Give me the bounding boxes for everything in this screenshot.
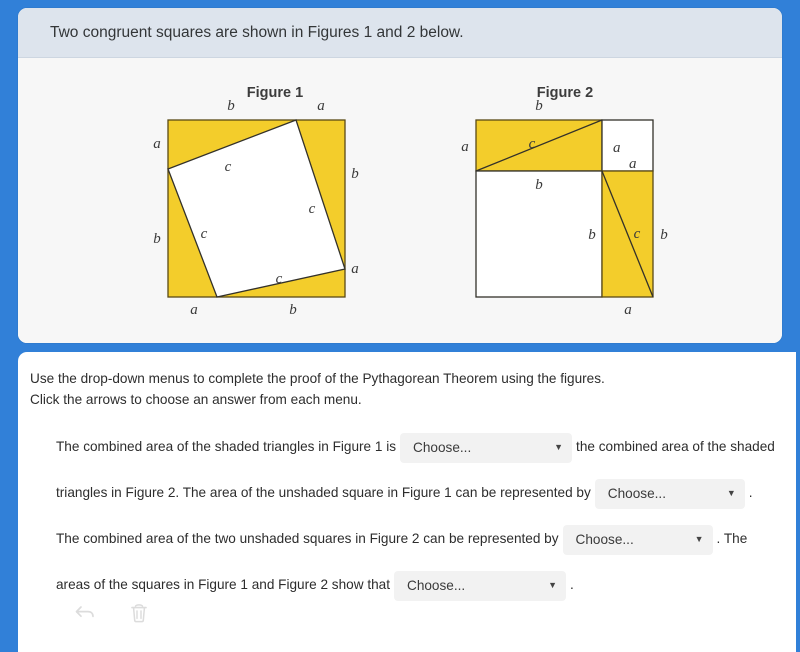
figure2-top-right-square — [601, 119, 654, 172]
delete-button[interactable] — [126, 600, 152, 626]
figure2-label-hyp-right: c — [634, 226, 641, 242]
instructions-line-1: Use the drop-down menus to complete the … — [30, 371, 605, 386]
figure2-label-inner-left-b: b — [588, 227, 596, 243]
figure1-label-bottom-right: b — [289, 302, 297, 318]
figure1-label-hyp-left: c — [201, 226, 208, 242]
figure1-label-left-lower: b — [153, 231, 161, 247]
trash-icon — [131, 604, 147, 623]
chevron-down-icon: ▼ — [548, 580, 557, 591]
undo-button[interactable] — [72, 600, 98, 626]
figure2-label-inner-right-a: a — [613, 140, 621, 156]
dropdown-2-label: Choose... — [607, 486, 666, 502]
dropdown-4-label: Choose... — [407, 578, 466, 594]
figure2-label-bottom: a — [624, 302, 632, 318]
stimulus-header: Two congruent squares are shown in Figur… — [18, 8, 782, 58]
figure1-label-hyp-top: c — [225, 159, 232, 175]
answer-card: Use the drop-down menus to complete the … — [18, 352, 796, 652]
figures-area: Figure 1 Figure 2 b a a b b a a b c c c … — [18, 58, 782, 343]
chevron-down-icon: ▼ — [726, 488, 736, 499]
proof-segment-1: The combined area of the shaded triangle… — [56, 439, 397, 455]
instructions-line-2: Click the arrows to choose an answer fro… — [30, 392, 362, 408]
figure1-label-hyp-bottom: c — [276, 271, 283, 287]
figure2-label-left: a — [461, 139, 469, 155]
dropdown-2[interactable]: Choose... ▼ — [594, 478, 745, 509]
dropdown-4[interactable]: Choose... ▼ — [394, 570, 566, 601]
figure2-label-inner-top-a: a — [629, 156, 637, 172]
figure2-label-hyp-top: c — [529, 136, 536, 152]
chevron-down-icon: ▼ — [694, 534, 704, 545]
stimulus-header-text: Two congruent squares are shown in Figur… — [50, 23, 464, 41]
tool-row — [72, 600, 152, 626]
proof-body: The combined area of the shaded triangle… — [18, 410, 796, 608]
chevron-down-icon: ▼ — [554, 442, 564, 453]
instructions-block: Use the drop-down menus to complete the … — [18, 352, 796, 410]
figure2-label-inner-b: b — [535, 177, 543, 193]
figure1-label-left-upper: a — [153, 136, 161, 152]
figure2-label-top: b — [535, 98, 543, 114]
figure2-label-right: b — [660, 227, 668, 243]
figure1-label-top-left: b — [227, 98, 235, 114]
figure1-label-bottom-left: a — [190, 302, 198, 318]
figure2-diagram: b a a a b b b a c c — [461, 98, 668, 318]
dropdown-1[interactable]: Choose... ▼ — [400, 432, 573, 463]
proof-segment-5: . — [570, 577, 574, 593]
dropdown-3[interactable]: Choose... ▼ — [562, 524, 713, 555]
stimulus-card: Two congruent squares are shown in Figur… — [18, 8, 782, 343]
dropdown-3-label: Choose... — [575, 532, 634, 548]
dropdown-1-label: Choose... — [413, 440, 472, 456]
undo-icon — [75, 606, 94, 618]
